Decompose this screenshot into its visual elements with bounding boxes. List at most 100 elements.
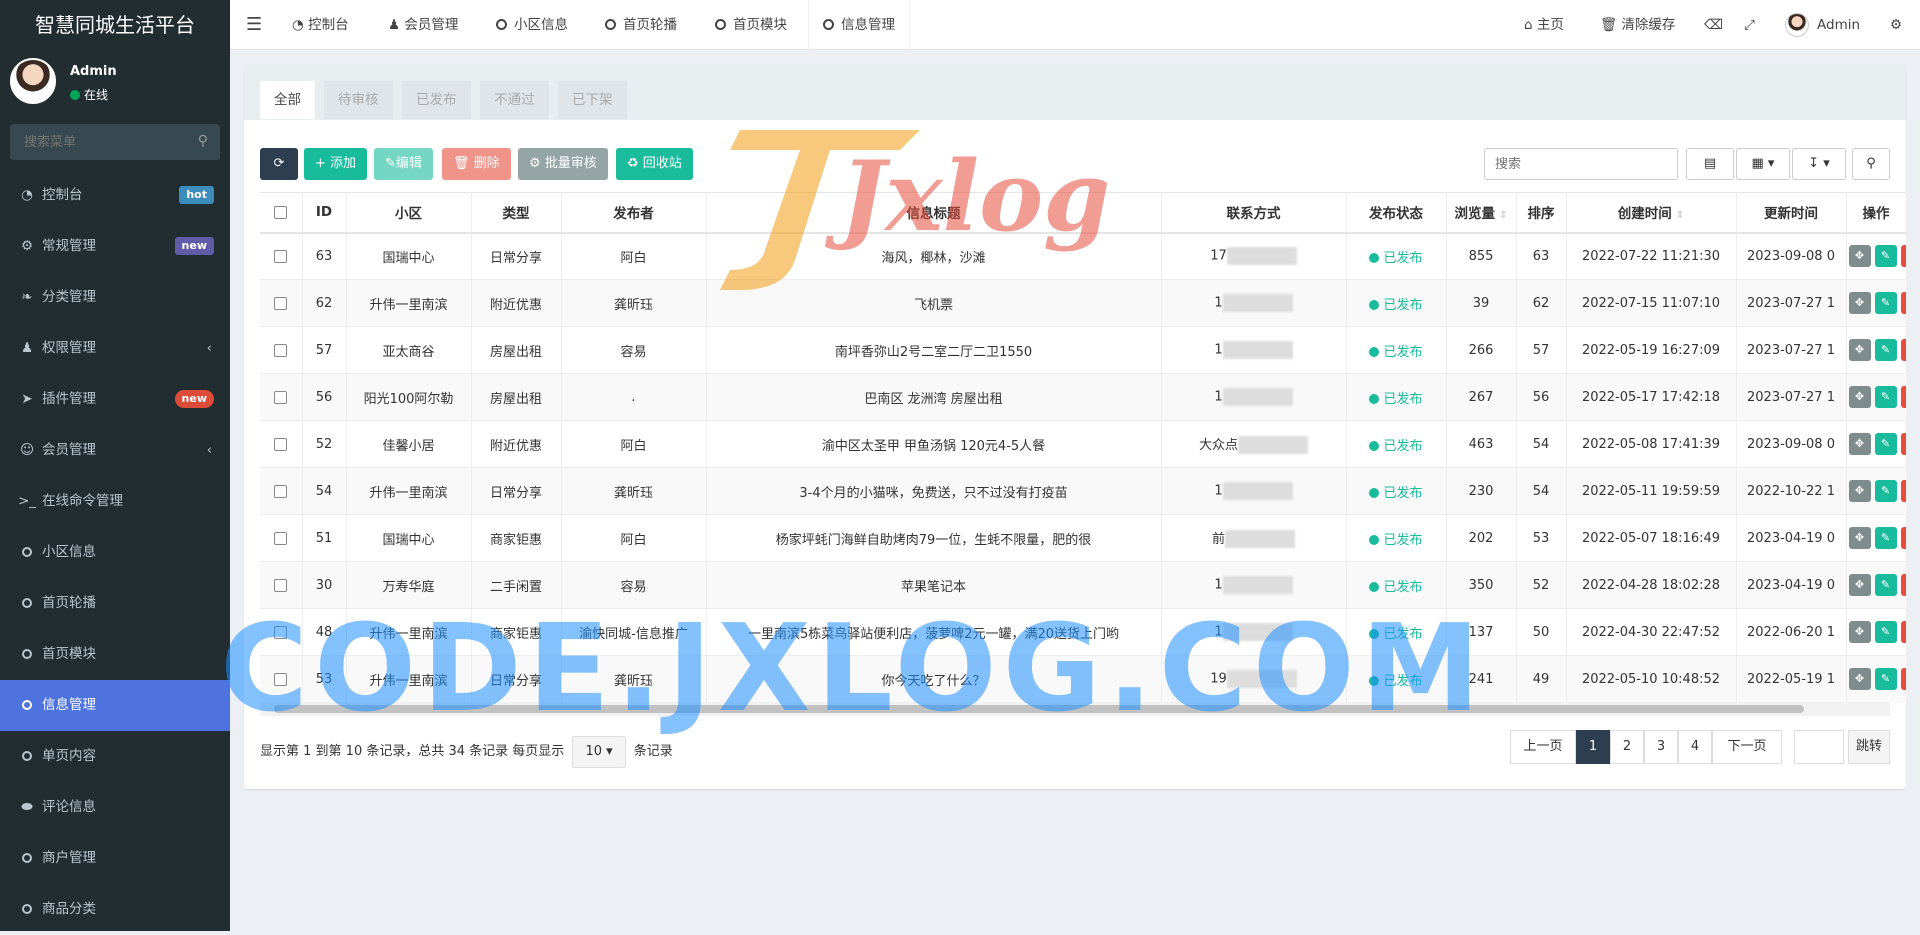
table-row[interactable]: 54 升伟一里南滨 日常分享 龚昕珏 3-4个月的小猫咪，免费送，只不过没有打疫苗 1 已发… bbox=[260, 467, 1907, 515]
row-checkbox[interactable] bbox=[260, 514, 303, 562]
drag-move-icon[interactable]: ✥ bbox=[1848, 245, 1871, 268]
tab-community[interactable]: 小区信息 bbox=[496, 0, 568, 50]
delete-icon[interactable]: 🗑 bbox=[1900, 621, 1905, 643]
menu-toggle-icon[interactable]: ☰ bbox=[246, 0, 262, 50]
sidebar-item-12[interactable]: ⬬ 评论信息 bbox=[0, 782, 230, 833]
col-type[interactable]: 类型 bbox=[471, 192, 562, 234]
sidebar-item-2[interactable]: ❧ 分类管理 bbox=[0, 272, 230, 323]
chevron-left-icon[interactable]: ‹ bbox=[207, 425, 212, 476]
batch-review-button[interactable]: ⚙ 批量审核 bbox=[518, 148, 608, 180]
search-icon[interactable]: ⚲ bbox=[198, 133, 208, 149]
edit-button[interactable]: ✎编辑 bbox=[374, 148, 433, 180]
next-page-button[interactable]: 下一页 bbox=[1712, 730, 1782, 764]
col-community[interactable]: 小区 bbox=[346, 192, 472, 234]
tab-info-management[interactable]: 信息管理 bbox=[808, 0, 910, 50]
sidebar-item-7[interactable]: 小区信息 bbox=[0, 527, 230, 578]
app-title[interactable]: 智慧同城生活平台 bbox=[0, 0, 230, 50]
filter-tab-published[interactable]: 已发布 bbox=[402, 81, 471, 119]
edit-icon[interactable]: ✎ bbox=[1874, 668, 1897, 691]
refresh-button[interactable]: ⟳ bbox=[260, 148, 298, 180]
drag-move-icon[interactable]: ✥ bbox=[1848, 574, 1871, 596]
drag-move-icon[interactable]: ✥ bbox=[1848, 668, 1871, 691]
filter-tab-all[interactable]: 全部 bbox=[260, 81, 315, 119]
edit-icon[interactable]: ✎ bbox=[1874, 292, 1897, 314]
columns-icon[interactable]: ▦ ▾ bbox=[1736, 148, 1790, 180]
drag-move-icon[interactable]: ✥ bbox=[1848, 480, 1871, 502]
search-icon[interactable]: ⚲ bbox=[1852, 148, 1890, 180]
table-search-input[interactable] bbox=[1484, 148, 1678, 180]
sidebar-item-8[interactable]: 首页轮播 bbox=[0, 578, 230, 629]
row-checkbox[interactable] bbox=[260, 420, 303, 468]
jump-page-input[interactable] bbox=[1794, 730, 1844, 764]
drag-move-icon[interactable]: ✥ bbox=[1848, 386, 1871, 408]
row-checkbox[interactable] bbox=[260, 373, 303, 421]
col-publisher[interactable]: 发布者 bbox=[561, 192, 707, 234]
page-size-select[interactable]: 10 ▾ bbox=[572, 736, 626, 768]
delete-icon[interactable]: 🗑 bbox=[1900, 433, 1905, 455]
edit-icon[interactable]: ✎ bbox=[1874, 339, 1897, 361]
delete-icon[interactable]: 🗑 bbox=[1900, 574, 1905, 596]
col-created[interactable]: 创建时间 ⇕ bbox=[1566, 192, 1737, 234]
drag-move-icon[interactable]: ✥ bbox=[1848, 527, 1871, 549]
edit-icon[interactable]: ✎ bbox=[1874, 245, 1897, 268]
sidebar-item-9[interactable]: 首页模块 bbox=[0, 629, 230, 680]
col-contact[interactable]: 联系方式 bbox=[1161, 192, 1347, 234]
drag-move-icon[interactable]: ✥ bbox=[1848, 292, 1871, 314]
delete-icon[interactable]: 🗑 bbox=[1900, 480, 1905, 502]
row-checkbox[interactable] bbox=[260, 467, 303, 515]
add-button[interactable]: + 添加 bbox=[304, 148, 368, 180]
col-views[interactable]: 浏览量 ⇕ bbox=[1446, 192, 1517, 234]
row-checkbox[interactable] bbox=[260, 279, 303, 327]
prev-page-button[interactable]: 上一页 bbox=[1510, 730, 1576, 764]
page-2[interactable]: 2 bbox=[1610, 730, 1644, 764]
filter-tab-pending[interactable]: 待审核 bbox=[324, 81, 393, 119]
delete-icon[interactable]: 🗑 bbox=[1900, 245, 1905, 268]
sidebar-item-14[interactable]: 商品分类 bbox=[0, 884, 230, 935]
page-3[interactable]: 3 bbox=[1644, 730, 1678, 764]
sidebar-item-4[interactable]: ➤ 插件管理 new bbox=[0, 374, 230, 425]
edit-icon[interactable]: ✎ bbox=[1874, 433, 1897, 455]
tab-home-modules[interactable]: 首页模块 bbox=[715, 0, 787, 50]
edit-icon[interactable]: ✎ bbox=[1874, 480, 1897, 502]
sidebar-item-11[interactable]: 单页内容 bbox=[0, 731, 230, 782]
menu-search-input[interactable] bbox=[10, 124, 220, 160]
col-status[interactable]: 发布状态 bbox=[1346, 192, 1447, 234]
delete-button[interactable]: 🗑 删除 bbox=[442, 148, 511, 180]
translate-icon[interactable]: ⌫ bbox=[1704, 0, 1723, 50]
delete-icon[interactable]: 🗑 bbox=[1900, 292, 1905, 314]
table-row[interactable]: 52 佳馨小居 附近优惠 阿白 渝中区太圣甲 甲鱼汤锅 120元4-5人餐 大众点 已发布 4… bbox=[260, 420, 1907, 468]
filter-tab-offline[interactable]: 已下架 bbox=[558, 81, 627, 119]
export-icon[interactable]: ↧ ▾ bbox=[1792, 148, 1846, 180]
delete-icon[interactable]: 🗑 bbox=[1900, 386, 1905, 408]
sidebar-item-13[interactable]: 商户管理 bbox=[0, 833, 230, 884]
jump-button[interactable]: 跳转 bbox=[1848, 730, 1890, 764]
sidebar-item-3[interactable]: ♟ 权限管理 ‹ bbox=[0, 323, 230, 374]
sidebar-item-5[interactable]: ☺ 会员管理 ‹ bbox=[0, 425, 230, 476]
delete-icon[interactable]: 🗑 bbox=[1900, 527, 1905, 549]
sidebar-item-6[interactable]: >_ 在线命令管理 bbox=[0, 476, 230, 527]
col-id[interactable]: ID bbox=[302, 192, 347, 234]
recycle-bin-button[interactable]: ♻ 回收站 bbox=[616, 148, 693, 180]
delete-icon[interactable]: 🗑 bbox=[1900, 668, 1905, 691]
sidebar-item-10[interactable]: 信息管理 bbox=[0, 680, 230, 731]
edit-icon[interactable]: ✎ bbox=[1874, 621, 1897, 643]
settings-icon[interactable]: ⚙ bbox=[1890, 0, 1902, 50]
fullscreen-icon[interactable]: ⤢ bbox=[1744, 0, 1755, 50]
toggle-card-icon[interactable]: ▤ bbox=[1686, 148, 1734, 180]
table-row[interactable]: 56 阳光100阿尔勒 房屋出租. 巴南区 龙洲湾 房屋出租 1 已发布 267 56 2022… bbox=[260, 373, 1907, 421]
tab-dashboard[interactable]: ◔ 控制台 bbox=[292, 0, 349, 50]
select-all-checkbox[interactable] bbox=[260, 192, 303, 234]
row-checkbox[interactable] bbox=[260, 232, 303, 280]
admin-menu[interactable]: Admin bbox=[1785, 0, 1860, 50]
tab-members[interactable]: ♟ 会员管理 bbox=[388, 0, 458, 50]
drag-move-icon[interactable]: ✥ bbox=[1848, 339, 1871, 361]
row-checkbox[interactable] bbox=[260, 326, 303, 374]
edit-icon[interactable]: ✎ bbox=[1874, 574, 1897, 596]
edit-icon[interactable]: ✎ bbox=[1874, 386, 1897, 408]
sidebar-item-0[interactable]: ◔ 控制台 hot bbox=[0, 170, 230, 221]
page-1[interactable]: 1 bbox=[1576, 730, 1610, 764]
tab-carousel[interactable]: 首页轮播 bbox=[605, 0, 677, 50]
col-sort[interactable]: 排序 bbox=[1516, 192, 1567, 234]
chevron-left-icon[interactable]: ‹ bbox=[207, 323, 212, 374]
filter-tab-rejected[interactable]: 不通过 bbox=[480, 81, 549, 119]
